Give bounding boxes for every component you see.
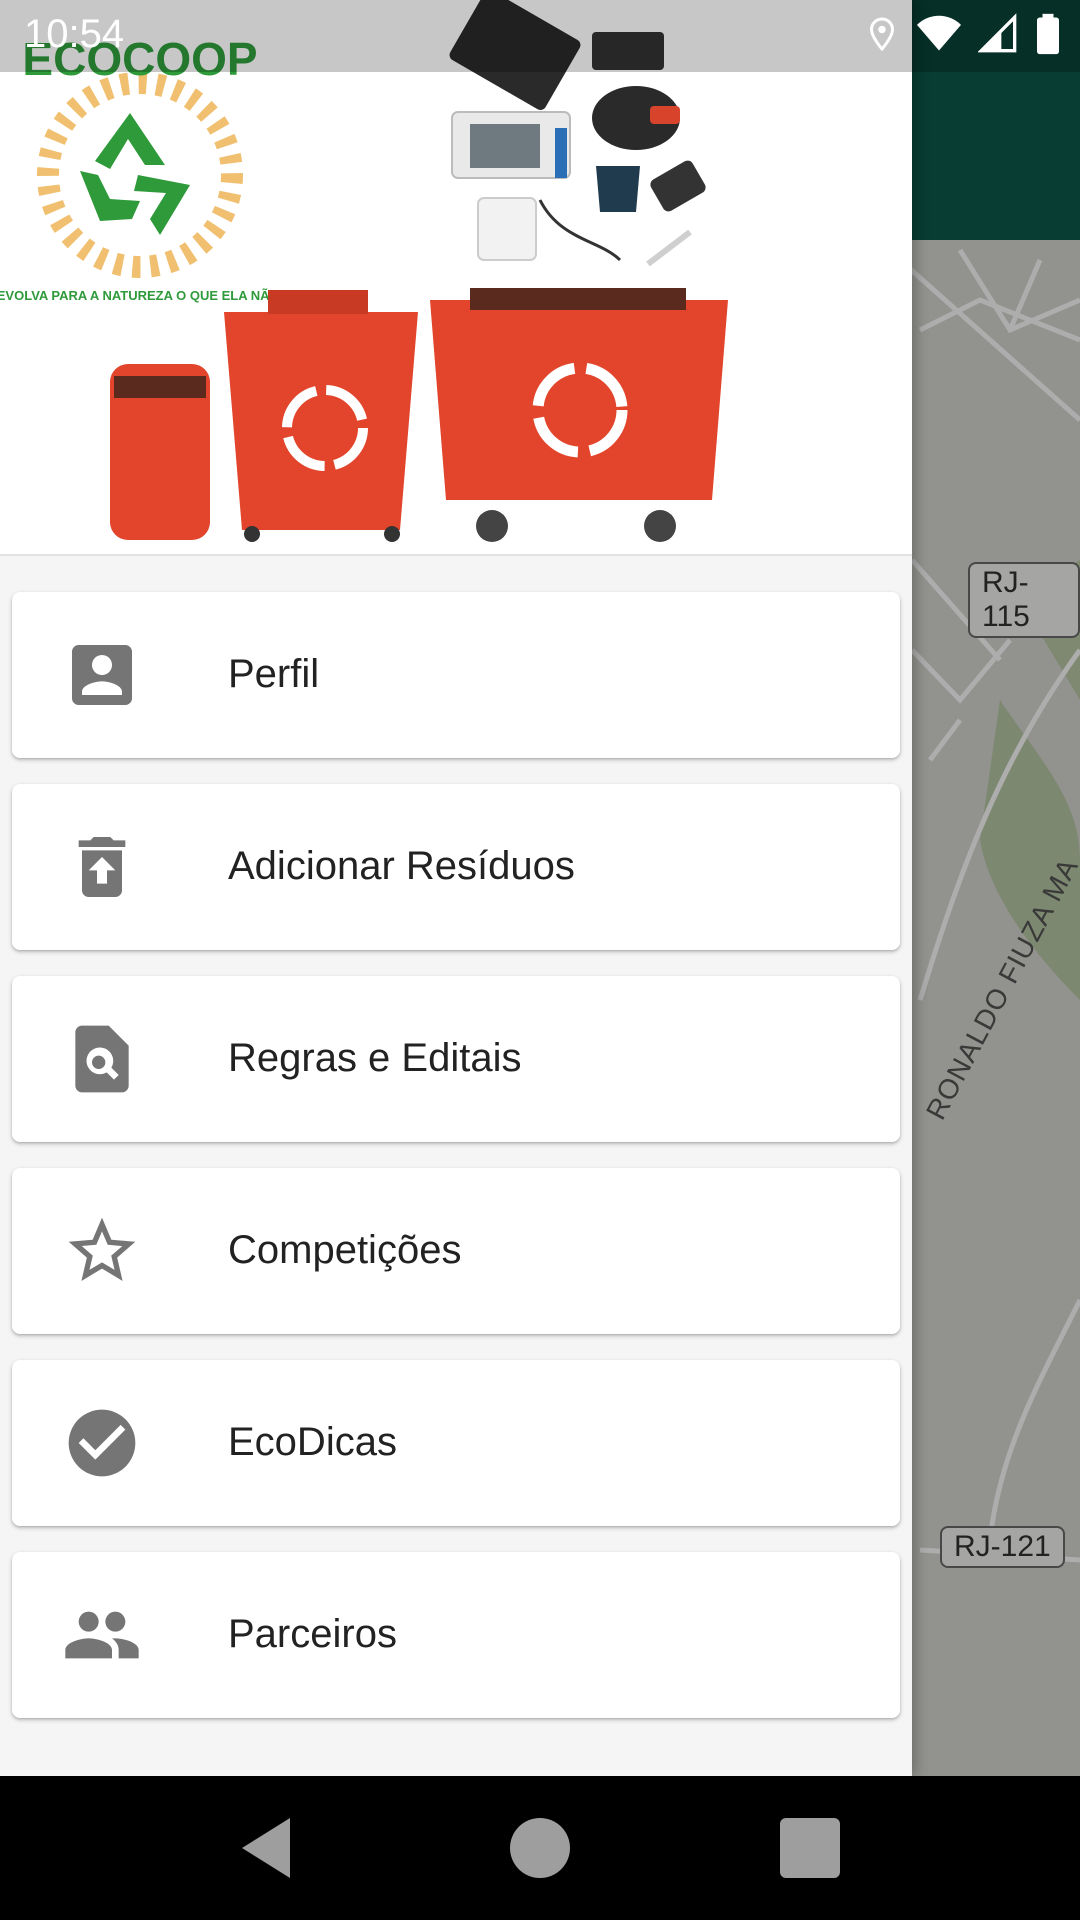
menu-item-ecodicas[interactable]: EcoDicas (12, 1360, 900, 1526)
status-icons (864, 12, 1062, 56)
status-time: 10:54 (24, 12, 125, 56)
menu-item-parceiros[interactable]: Parceiros (12, 1552, 900, 1718)
trash-upload-icon (78, 837, 126, 897)
menu-item-competicoes[interactable]: Competições (12, 1168, 900, 1334)
people-icon (65, 1611, 139, 1659)
system-navigation-bar (0, 1776, 1080, 1920)
status-bar: 10:54 (0, 0, 1080, 72)
menu-item-label: Competições (228, 1228, 462, 1272)
drawer-menu: Perfil Adicionar Resíduos Regras e Edita… (12, 592, 900, 1744)
menu-item-label: Regras e Editais (228, 1036, 522, 1080)
navigation-drawer: ECOCOOP NÃO DEVOLVA PARA A NATUREZA O QU… (0, 0, 912, 1776)
menu-item-adicionar-residuos[interactable]: Adicionar Resíduos (12, 784, 900, 950)
recents-icon[interactable] (774, 1812, 846, 1884)
cell-signal-icon (978, 13, 1017, 53)
wifi-icon (917, 15, 961, 51)
star-outline-icon (68, 1217, 136, 1281)
drawer-header-image: ECOCOOP NÃO DEVOLVA PARA A NATUREZA O QU… (0, 0, 912, 556)
menu-item-label: Adicionar Resíduos (228, 844, 575, 888)
home-icon[interactable] (504, 1812, 576, 1884)
header-illustration: ECOCOOP NÃO DEVOLVA PARA A NATUREZA O QU… (0, 0, 728, 542)
menu-item-perfil[interactable]: Perfil (12, 592, 900, 758)
document-search-icon (75, 1025, 129, 1093)
back-icon[interactable] (230, 1812, 302, 1884)
battery-icon (1037, 13, 1059, 55)
menu-item-label: Perfil (228, 652, 320, 696)
menu-item-label: EcoDicas (228, 1420, 397, 1464)
trash-bins (110, 288, 728, 542)
location-icon (869, 17, 895, 52)
menu-item-label: Parceiros (228, 1612, 397, 1656)
check-circle-icon (68, 1409, 136, 1477)
account-box-icon (72, 645, 132, 705)
menu-item-regras-e-editais[interactable]: Regras e Editais (12, 976, 900, 1142)
